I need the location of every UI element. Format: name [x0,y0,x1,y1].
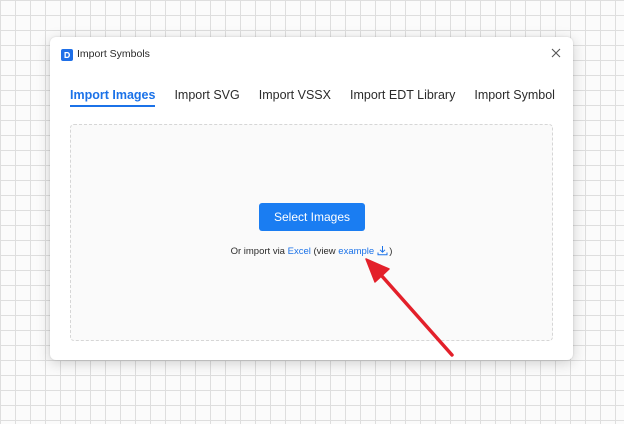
import-tabs: Import Images Import SVG Import VSSX Imp… [70,88,555,107]
import-prefix-text: Or import via [230,246,285,257]
select-images-button[interactable]: Select Images [259,203,365,231]
tab-import-svg[interactable]: Import SVG [174,88,239,107]
tab-import-edt-library[interactable]: Import EDT Library [350,88,455,107]
import-via-excel-text: Or import via Excel (view example) [71,245,552,259]
import-symbols-dialog: Import Symbols Import Images Import SVG … [50,37,573,360]
image-drop-zone[interactable]: Select Images Or import via Excel (view … [70,124,553,341]
tab-import-symbol[interactable]: Import Symbol [474,88,555,107]
download-icon[interactable] [377,245,388,259]
view-open-text: (view [313,246,336,257]
tab-import-vssx[interactable]: Import VSSX [259,88,331,107]
app-logo-icon [61,49,73,61]
close-icon[interactable] [549,46,563,60]
example-link[interactable]: example [338,246,374,257]
tab-import-images[interactable]: Import Images [70,88,156,107]
dialog-title: Import Symbols [77,48,150,60]
dialog-titlebar: Import Symbols [50,37,573,71]
excel-link[interactable]: Excel [288,246,311,257]
view-close-text: ) [389,246,393,257]
